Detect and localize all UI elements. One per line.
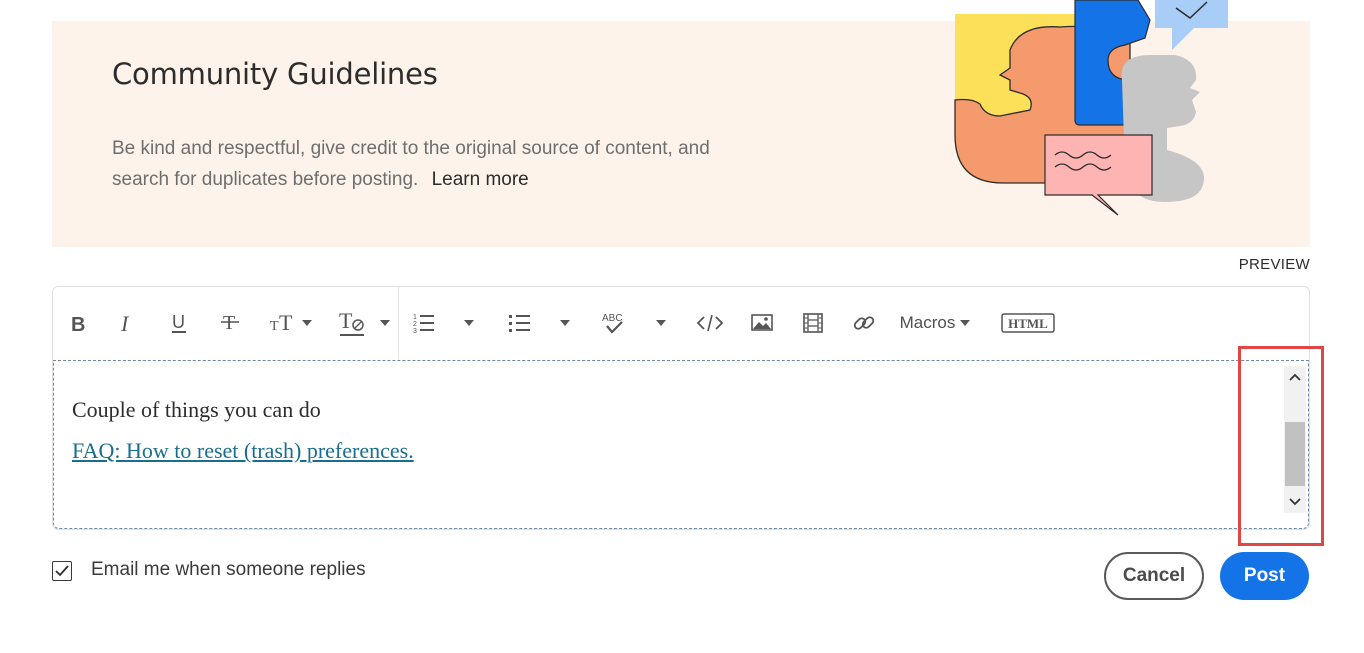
chevron-down-icon	[560, 320, 570, 326]
text-style-icon: T	[339, 308, 364, 336]
learn-more-link[interactable]: Learn more	[432, 169, 529, 190]
rich-text-editor: B I U T TT T 123 ABC Macros HTML Couple …	[52, 286, 1310, 530]
svg-text:B: B	[71, 314, 85, 334]
image-icon	[751, 314, 773, 331]
underline-icon: U	[172, 312, 186, 333]
text-style-button[interactable]: T	[335, 307, 393, 339]
link-icon	[853, 316, 875, 330]
bold-button[interactable]: B	[65, 307, 91, 339]
svg-text:T: T	[223, 312, 235, 334]
editor-toolbar: B I U T TT T 123 ABC Macros HTML	[53, 287, 1309, 360]
code-button[interactable]	[695, 307, 725, 339]
scrollbar-thumb[interactable]	[1285, 422, 1305, 486]
macros-dropdown[interactable]: Macros	[895, 307, 975, 339]
video-icon	[803, 313, 823, 333]
svg-text:3: 3	[413, 328, 417, 335]
svg-text:2: 2	[413, 321, 417, 328]
editor-scrollbar[interactable]	[1284, 366, 1306, 513]
community-guidelines-banner: Community Guidelines Be kind and respect…	[52, 21, 1310, 247]
preview-link[interactable]: PREVIEW	[1239, 256, 1310, 273]
font-size-icon: TT	[270, 311, 293, 335]
chevron-up-icon	[1289, 373, 1301, 381]
faq-link[interactable]: FAQ: How to reset (trash) preferences.	[72, 438, 414, 464]
code-icon	[696, 314, 724, 332]
email-notify-label: Email me when someone replies	[91, 559, 366, 580]
italic-icon: I	[120, 312, 130, 334]
bulleted-list-button[interactable]	[505, 307, 535, 339]
macros-label: Macros	[899, 313, 956, 332]
banner-description: Be kind and respectful, give credit to t…	[112, 138, 710, 190]
chevron-down-icon	[656, 320, 666, 326]
editor-text-line: Couple of things you can do	[72, 397, 321, 422]
insert-link-button[interactable]	[849, 307, 879, 339]
numbered-list-icon: 123	[413, 314, 434, 335]
bold-icon: B	[71, 314, 85, 334]
html-source-button[interactable]: HTML	[1000, 307, 1056, 339]
toolbar-divider	[398, 287, 399, 360]
chevron-down-icon	[301, 320, 312, 326]
email-notify-checkbox[interactable]	[52, 561, 72, 581]
spell-check-button[interactable]: ABC	[599, 307, 629, 339]
checkmark-icon	[55, 565, 69, 577]
underline-button[interactable]: U	[166, 307, 192, 339]
svg-text:HTML: HTML	[1008, 316, 1048, 331]
chevron-down-icon	[960, 320, 971, 326]
post-button[interactable]: Post	[1220, 552, 1309, 600]
bulleted-list-dropdown[interactable]	[555, 307, 575, 339]
svg-text:T: T	[270, 319, 279, 334]
insert-image-button[interactable]	[747, 307, 777, 339]
numbered-list-button[interactable]: 123	[409, 307, 439, 339]
chevron-down-icon	[1289, 498, 1301, 506]
html-icon: HTML	[1001, 313, 1055, 333]
bulleted-list-icon	[509, 315, 530, 332]
spell-check-dropdown[interactable]	[651, 307, 671, 339]
strikethrough-button[interactable]: T	[217, 307, 243, 339]
spell-check-icon: ABC	[602, 313, 623, 334]
svg-text:1: 1	[413, 314, 417, 321]
editor-content-area[interactable]: Couple of things you can do FAQ: How to …	[53, 360, 1309, 529]
font-size-button[interactable]: TT	[265, 307, 315, 339]
svg-text:I: I	[120, 312, 130, 334]
italic-button[interactable]: I	[115, 307, 141, 339]
scroll-up-button[interactable]	[1284, 366, 1306, 388]
scroll-down-button[interactable]	[1284, 491, 1306, 513]
banner-text: Be kind and respectful, give credit to t…	[112, 133, 752, 195]
strikethrough-icon: T	[221, 312, 239, 334]
cancel-button[interactable]: Cancel	[1104, 552, 1204, 600]
chevron-down-icon	[464, 320, 474, 326]
insert-video-button[interactable]	[798, 307, 828, 339]
numbered-list-dropdown[interactable]	[459, 307, 479, 339]
svg-text:T: T	[339, 308, 353, 333]
svg-text:T: T	[279, 311, 293, 335]
banner-title: Community Guidelines	[112, 57, 438, 91]
chevron-down-icon	[380, 320, 390, 326]
svg-text:ABC: ABC	[602, 313, 623, 324]
svg-text:U: U	[172, 312, 185, 332]
